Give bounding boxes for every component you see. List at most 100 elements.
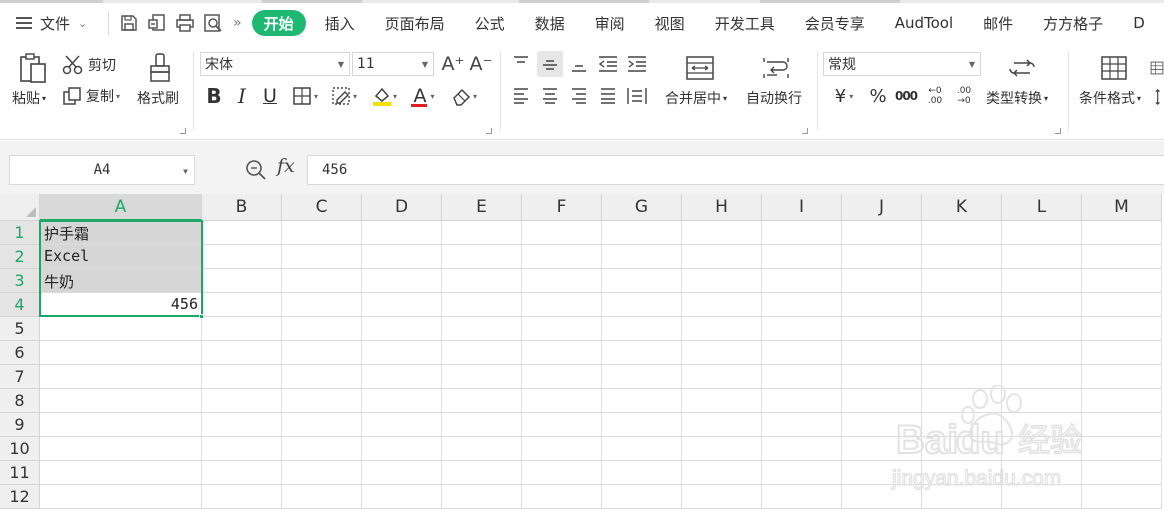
cell-j1[interactable] bbox=[842, 221, 922, 245]
cell-g6[interactable] bbox=[602, 341, 682, 365]
tab-formulas[interactable]: 公式 bbox=[460, 3, 520, 43]
cell-a5[interactable] bbox=[40, 317, 202, 341]
cell-i6[interactable] bbox=[762, 341, 842, 365]
cell-b5[interactable] bbox=[202, 317, 282, 341]
cell-k6[interactable] bbox=[922, 341, 1002, 365]
row-header-11[interactable]: 11 bbox=[0, 461, 40, 485]
number-launcher-icon[interactable] bbox=[1055, 128, 1061, 134]
cell-b10[interactable] bbox=[202, 437, 282, 461]
column-header-e[interactable]: E bbox=[442, 194, 522, 221]
row-header-8[interactable]: 8 bbox=[0, 389, 40, 413]
cell-k8[interactable] bbox=[922, 389, 1002, 413]
thousands-separator-icon[interactable]: 000 bbox=[893, 83, 919, 109]
cell-a10[interactable] bbox=[40, 437, 202, 461]
cell-b8[interactable] bbox=[202, 389, 282, 413]
increase-decimal-icon[interactable]: ←0 .00 bbox=[922, 83, 948, 109]
cell-j5[interactable] bbox=[842, 317, 922, 341]
cell-g9[interactable] bbox=[602, 413, 682, 437]
cell-d7[interactable] bbox=[362, 365, 442, 389]
cell-b4[interactable] bbox=[202, 293, 282, 317]
merge-center-icon[interactable] bbox=[684, 53, 716, 83]
cell-k7[interactable] bbox=[922, 365, 1002, 389]
align-right-icon[interactable] bbox=[566, 83, 592, 109]
cell-f5[interactable] bbox=[522, 317, 602, 341]
cell-c4[interactable] bbox=[282, 293, 362, 317]
cell-j6[interactable] bbox=[842, 341, 922, 365]
cell-d2[interactable] bbox=[362, 245, 442, 269]
font-color-icon[interactable]: A ▾ bbox=[406, 83, 442, 109]
cell-d5[interactable] bbox=[362, 317, 442, 341]
font-launcher-icon[interactable] bbox=[486, 128, 492, 134]
cell-e1[interactable] bbox=[442, 221, 522, 245]
align-middle-icon[interactable] bbox=[537, 51, 563, 77]
column-header-b[interactable]: B bbox=[202, 194, 282, 221]
cell-f10[interactable] bbox=[522, 437, 602, 461]
cell-g7[interactable] bbox=[602, 365, 682, 389]
paste-icon[interactable] bbox=[16, 51, 50, 85]
file-menu-button[interactable]: 文件 ⌄ bbox=[0, 3, 102, 43]
cell-f6[interactable] bbox=[522, 341, 602, 365]
cell-m10[interactable] bbox=[1082, 437, 1162, 461]
cell-b7[interactable] bbox=[202, 365, 282, 389]
alignment-launcher-icon[interactable] bbox=[802, 128, 808, 134]
cell-e9[interactable] bbox=[442, 413, 522, 437]
cell-j3[interactable] bbox=[842, 269, 922, 293]
cell-l9[interactable] bbox=[1002, 413, 1082, 437]
cell-a6[interactable] bbox=[40, 341, 202, 365]
cell-m11[interactable] bbox=[1082, 461, 1162, 485]
cell-c5[interactable] bbox=[282, 317, 362, 341]
cell-f9[interactable] bbox=[522, 413, 602, 437]
tab-audtool[interactable]: AudTool bbox=[880, 3, 968, 43]
align-top-icon[interactable] bbox=[508, 51, 534, 77]
increase-indent-icon[interactable] bbox=[624, 51, 650, 77]
cell-h4[interactable] bbox=[682, 293, 762, 317]
cell-g1[interactable] bbox=[602, 221, 682, 245]
cell-i1[interactable] bbox=[762, 221, 842, 245]
cell-j11[interactable] bbox=[842, 461, 922, 485]
cell-a2[interactable]: Excel bbox=[40, 245, 202, 269]
print-preview-icon[interactable] bbox=[199, 9, 227, 37]
cell-m2[interactable] bbox=[1082, 245, 1162, 269]
cell-h12[interactable] bbox=[682, 485, 762, 509]
cell-j12[interactable] bbox=[842, 485, 922, 509]
cell-b11[interactable] bbox=[202, 461, 282, 485]
cell-m3[interactable] bbox=[1082, 269, 1162, 293]
cell-i9[interactable] bbox=[762, 413, 842, 437]
cell-l7[interactable] bbox=[1002, 365, 1082, 389]
cell-i2[interactable] bbox=[762, 245, 842, 269]
cell-m5[interactable] bbox=[1082, 317, 1162, 341]
cell-j4[interactable] bbox=[842, 293, 922, 317]
column-header-a[interactable]: A bbox=[40, 194, 202, 221]
merge-center-button[interactable]: 合并居中 ▾ bbox=[665, 88, 727, 108]
cell-h3[interactable] bbox=[682, 269, 762, 293]
cell-m9[interactable] bbox=[1082, 413, 1162, 437]
format-painter-icon[interactable] bbox=[145, 51, 175, 85]
cell-m8[interactable] bbox=[1082, 389, 1162, 413]
cell-l12[interactable] bbox=[1002, 485, 1082, 509]
cell-c1[interactable] bbox=[282, 221, 362, 245]
cell-i7[interactable] bbox=[762, 365, 842, 389]
row-header-6[interactable]: 6 bbox=[0, 341, 40, 365]
cell-h5[interactable] bbox=[682, 317, 762, 341]
cell-e12[interactable] bbox=[442, 485, 522, 509]
justify-icon[interactable] bbox=[595, 83, 621, 109]
fill-handle[interactable] bbox=[199, 314, 204, 319]
cell-e3[interactable] bbox=[442, 269, 522, 293]
cell-a8[interactable] bbox=[40, 389, 202, 413]
cell-b9[interactable] bbox=[202, 413, 282, 437]
font-name-select[interactable]: 宋体 ▼ bbox=[200, 52, 350, 76]
select-all-button[interactable] bbox=[0, 194, 40, 221]
distribute-icon[interactable] bbox=[624, 83, 650, 109]
cell-a1[interactable]: 护手霜 bbox=[40, 221, 202, 245]
tab-view[interactable]: 视图 bbox=[640, 3, 700, 43]
cell-d3[interactable] bbox=[362, 269, 442, 293]
tab-review[interactable]: 审阅 bbox=[580, 3, 640, 43]
column-header-j[interactable]: J bbox=[842, 194, 922, 221]
cell-l3[interactable] bbox=[1002, 269, 1082, 293]
fill-style-icon[interactable]: ▾ bbox=[326, 83, 362, 109]
cell-j2[interactable] bbox=[842, 245, 922, 269]
cell-e8[interactable] bbox=[442, 389, 522, 413]
cell-l4[interactable] bbox=[1002, 293, 1082, 317]
cell-m4[interactable] bbox=[1082, 293, 1162, 317]
save-icon[interactable] bbox=[115, 9, 143, 37]
